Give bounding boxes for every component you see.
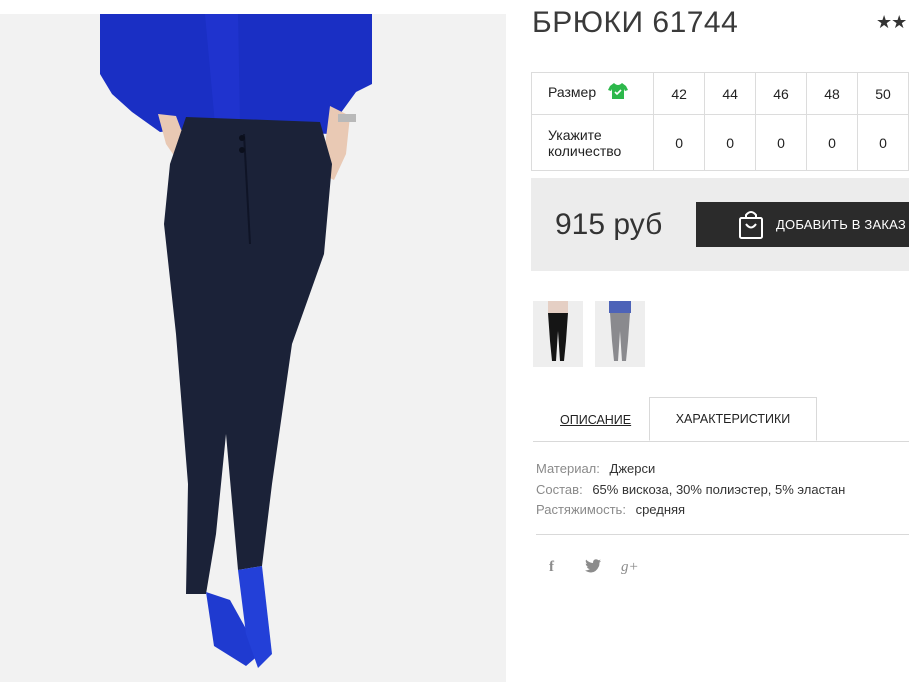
quantity-input-44[interactable]: 0 (704, 114, 757, 171)
price: 915 руб (555, 208, 663, 241)
product-main-image[interactable] (0, 14, 506, 682)
tabs-divider (533, 441, 909, 442)
property-label: Состав: (536, 481, 583, 497)
property-value: 65% вискоза, 30% полиэстер, 5% эластан (592, 481, 846, 497)
share-divider (536, 534, 909, 535)
quantity-header-cell: Укажите количество (530, 114, 655, 171)
rating-stars[interactable]: ★★ (876, 12, 907, 33)
google-plus-icon[interactable]: g+ (621, 559, 639, 576)
shopping-bag-icon (738, 210, 764, 240)
tab-description[interactable]: ОПИСАНИЕ (560, 413, 631, 427)
size-cell-42: 42 (653, 72, 706, 115)
size-label: Размер (548, 84, 597, 101)
characteristics-list: Материал: Джерси Состав: 65% вискоза, 30… (536, 459, 845, 521)
property-row: Материал: Джерси (536, 459, 845, 480)
buy-panel: 915 руб ДОБАВИТЬ В ЗАКАЗ (531, 178, 909, 271)
quantity-input-50[interactable]: 0 (856, 114, 909, 171)
twitter-icon[interactable] (585, 559, 601, 577)
size-cell-50: 50 (856, 72, 909, 115)
property-label: Растяжимость: (536, 502, 626, 517)
property-label: Материал: (536, 461, 600, 476)
product-thumbnail-2[interactable] (595, 301, 645, 367)
property-row: Состав: 65% вискоза, 30% полиэстер, 5% э… (536, 480, 845, 501)
size-header-cell: Размер (530, 72, 655, 115)
property-row: Растяжимость: средняя (536, 500, 845, 521)
size-cell-48: 48 (806, 72, 858, 115)
add-to-order-label: ДОБАВИТЬ В ЗАКАЗ (776, 217, 906, 232)
quantity-input-48[interactable]: 0 (806, 114, 858, 171)
quantity-label-line1: Укажите (548, 126, 602, 143)
quantity-row: Укажите количество 0 0 0 0 0 (530, 114, 909, 171)
size-cell-44: 44 (704, 72, 757, 115)
property-value: средняя (635, 502, 686, 517)
quantity-input-46[interactable]: 0 (755, 114, 808, 171)
product-thumbnail-1[interactable] (533, 301, 583, 367)
size-table: Размер 42 44 46 48 50 Укажите количество… (530, 72, 909, 171)
add-to-order-button[interactable]: ДОБАВИТЬ В ЗАКАЗ (696, 202, 909, 247)
quantity-label-line2: количество (548, 142, 622, 159)
quantity-input-42[interactable]: 0 (653, 114, 706, 171)
size-row: Размер 42 44 46 48 50 (530, 72, 909, 115)
property-value: Джерси (609, 461, 656, 476)
shirt-icon[interactable] (608, 82, 629, 103)
size-cell-46: 46 (755, 72, 808, 115)
tab-characteristics[interactable]: ХАРАКТЕРИСТИКИ (649, 397, 817, 441)
tab-characteristics-label: ХАРАКТЕРИСТИКИ (675, 412, 791, 426)
facebook-icon[interactable]: f (549, 559, 554, 576)
product-title: БРЮКИ 61744 (532, 6, 739, 39)
